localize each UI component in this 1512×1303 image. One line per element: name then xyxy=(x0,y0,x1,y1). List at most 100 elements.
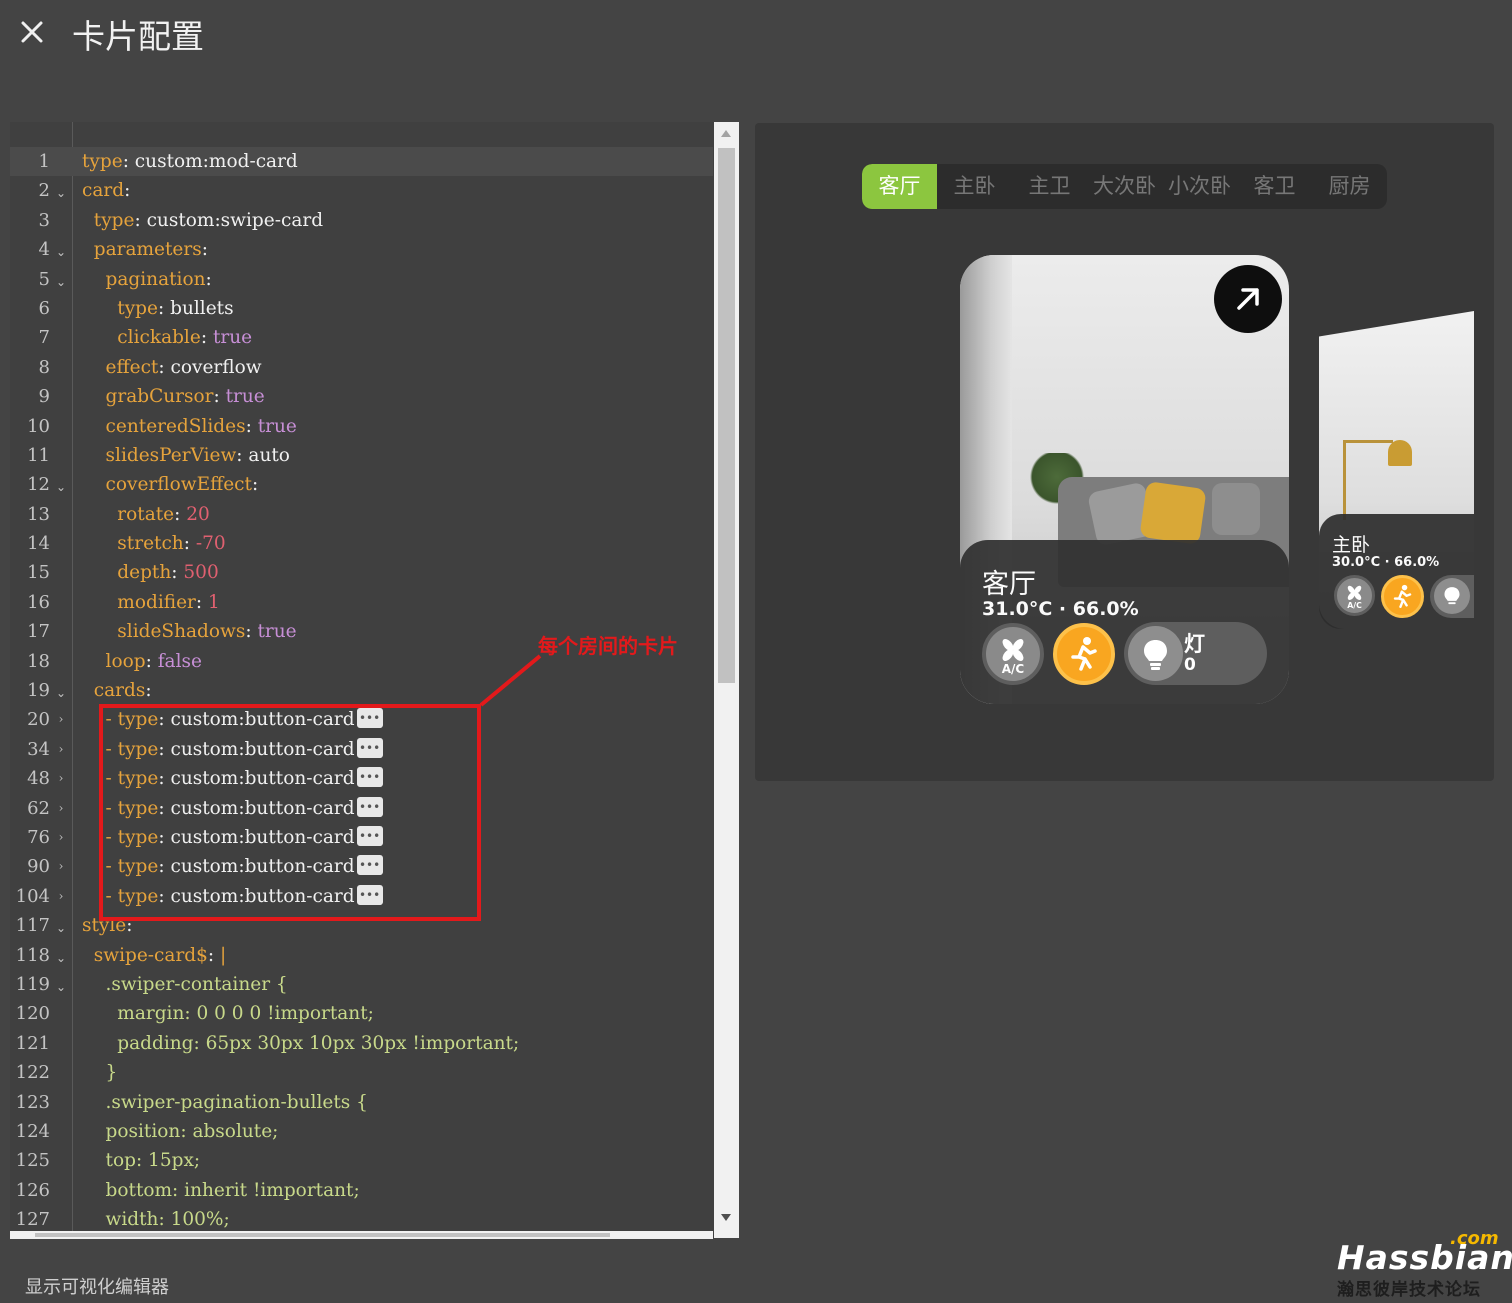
room-tab[interactable]: 客卫 xyxy=(1237,164,1312,209)
line-number: 1 xyxy=(38,151,50,172)
ac-button[interactable]: A/C xyxy=(982,623,1044,685)
code-line[interactable]: 6 type: bullets xyxy=(10,294,713,323)
code-token: : xyxy=(174,503,187,525)
scroll-up-icon[interactable] xyxy=(721,130,731,137)
line-number: 4 xyxy=(38,239,50,261)
code-line[interactable]: 7 clickable: true xyxy=(10,323,713,352)
code-line[interactable]: 8 effect: coverflow xyxy=(10,353,713,382)
watermark-subtitle: 瀚思彼岸技术论坛 xyxy=(1337,1280,1481,1300)
line-number: 48 xyxy=(27,768,50,790)
side-ac-button[interactable]: A/C xyxy=(1334,575,1375,616)
code-line[interactable]: 126 bottom: inherit !important; xyxy=(10,1176,713,1205)
room-tab[interactable]: 主卧 xyxy=(937,164,1012,209)
code-line[interactable]: 15 depth: 500 xyxy=(10,558,713,587)
side-motion-button[interactable] xyxy=(1381,575,1424,618)
scrollbar-thumb[interactable] xyxy=(718,148,735,683)
room-photo-lamp-arm xyxy=(1343,440,1393,443)
code-line[interactable]: 16 modifier: 1 xyxy=(10,588,713,617)
code-line[interactable]: 121 padding: 65px 30px 10px 30px !import… xyxy=(10,1029,713,1058)
running-person-icon xyxy=(1071,637,1097,671)
room-tab[interactable]: 厨房 xyxy=(1312,164,1387,209)
fold-expanded-icon[interactable]: ⌄ xyxy=(55,238,67,267)
horizontal-scrollbar[interactable] xyxy=(10,1231,713,1239)
code-text: slideShadows: true xyxy=(82,617,296,646)
code-text: grabCursor: true xyxy=(82,382,265,411)
code-line[interactable]: 2 ⌄ card: xyxy=(10,176,713,205)
code-line[interactable]: 14 stretch: -70 xyxy=(10,529,713,558)
code-line[interactable]: 13 rotate: 20 xyxy=(10,500,713,529)
code-token: grabCursor xyxy=(105,386,214,408)
motion-sensor-button[interactable] xyxy=(1053,623,1115,685)
watermark-logo: Hassbian xyxy=(1337,1238,1512,1277)
code-line[interactable]: 12 ⌄ coverflowEffect: xyxy=(10,470,713,499)
line-number: 5 xyxy=(38,268,50,290)
fold-collapsed-icon[interactable]: › xyxy=(55,735,67,764)
fold-expanded-icon[interactable]: ⌄ xyxy=(55,473,67,502)
fold-collapsed-icon[interactable]: › xyxy=(55,764,67,793)
vertical-scrollbar[interactable] xyxy=(714,122,739,1238)
annotation-label: 每个房间的卡片 xyxy=(538,634,678,658)
code-token: true xyxy=(257,415,297,437)
room-tab[interactable]: 主卫 xyxy=(1012,164,1087,209)
expand-arrow-button[interactable] xyxy=(1214,265,1282,333)
room-tab[interactable]: 客厅 xyxy=(862,164,937,209)
scroll-down-icon[interactable] xyxy=(721,1214,731,1221)
fold-collapsed-icon[interactable]: › xyxy=(55,794,67,823)
code-line[interactable]: 124 position: absolute; xyxy=(10,1117,713,1146)
room-tab[interactable]: 小次卧 xyxy=(1162,164,1237,209)
line-number: 8 xyxy=(38,356,50,378)
fold-collapsed-icon[interactable]: › xyxy=(55,852,67,881)
code-line[interactable]: 10 centeredSlides: true xyxy=(10,412,713,441)
fold-collapsed-icon[interactable]: › xyxy=(55,882,67,911)
code-line[interactable]: 1 type: custom:mod-card xyxy=(10,147,713,177)
fold-expanded-icon[interactable]: ⌄ xyxy=(55,914,67,943)
line-number: 7 xyxy=(38,327,50,349)
line-number: 123 xyxy=(15,1091,50,1113)
fold-expanded-icon[interactable]: ⌄ xyxy=(55,179,67,208)
code-text: pagination: xyxy=(82,265,212,294)
code-token: clickable xyxy=(117,327,201,349)
code-token: pagination xyxy=(105,268,206,290)
code-text: modifier: 1 xyxy=(82,588,219,617)
line-number: 12 xyxy=(27,474,50,496)
code-line[interactable]: 123 .swiper-pagination-bullets { xyxy=(10,1088,713,1117)
line-number: 17 xyxy=(27,621,50,643)
yaml-code-editor[interactable]: 1 type: custom:mod-card 2 ⌄ card: 3 type: cus… xyxy=(10,122,739,1238)
fold-collapsed-icon[interactable]: › xyxy=(55,705,67,734)
code-token: .swiper-container { xyxy=(105,973,288,995)
fold-collapsed-icon[interactable]: › xyxy=(55,823,67,852)
code-line[interactable]: 9 grabCursor: true xyxy=(10,382,713,411)
fold-expanded-icon[interactable]: ⌄ xyxy=(55,944,67,973)
code-line[interactable]: 120 margin: 0 0 0 0 !important; xyxy=(10,999,713,1028)
fold-expanded-icon[interactable]: ⌄ xyxy=(55,679,67,708)
line-number: 126 xyxy=(15,1179,50,1201)
side-room-name: 主卧 xyxy=(1332,534,1371,556)
code-token: margin: 0 0 0 0 !important; xyxy=(117,1003,374,1025)
code-line[interactable]: 19 ⌄ cards: xyxy=(10,676,713,705)
room-tab[interactable]: 大次卧 xyxy=(1087,164,1162,209)
code-line[interactable]: 119 ⌄ .swiper-container { xyxy=(10,970,713,999)
code-line[interactable]: 122 } xyxy=(10,1058,713,1087)
code-line[interactable]: 125 top: 15px; xyxy=(10,1146,713,1175)
light-label: 灯 xyxy=(1184,632,1205,656)
horizontal-scrollbar-thumb[interactable] xyxy=(35,1233,610,1237)
fold-expanded-icon[interactable]: ⌄ xyxy=(55,268,67,297)
code-line[interactable]: 118 ⌄ swipe-card$: | xyxy=(10,941,713,970)
code-token: : xyxy=(183,533,196,555)
close-icon[interactable] xyxy=(14,14,50,50)
code-token: | xyxy=(220,944,227,966)
fold-expanded-icon[interactable]: ⌄ xyxy=(55,973,67,1002)
code-token: swipe-card$ xyxy=(93,944,208,966)
line-number: 15 xyxy=(27,562,50,584)
code-line[interactable]: 11 slidesPerView: auto xyxy=(10,441,713,470)
code-lines[interactable]: 1 type: custom:mod-card 2 ⌄ card: 3 type: cus… xyxy=(10,147,713,1234)
room-tabs: 客厅 主卧 主卫 大次卧 小次卧 客卫 厨房 xyxy=(862,164,1387,209)
code-line[interactable]: 3 type: custom:swipe-card xyxy=(10,206,713,235)
show-visual-editor-link[interactable]: 显示可视化编辑器 xyxy=(25,1273,169,1299)
code-line[interactable]: 5 ⌄ pagination: xyxy=(10,265,713,294)
code-line[interactable]: 4 ⌄ parameters: xyxy=(10,235,713,264)
